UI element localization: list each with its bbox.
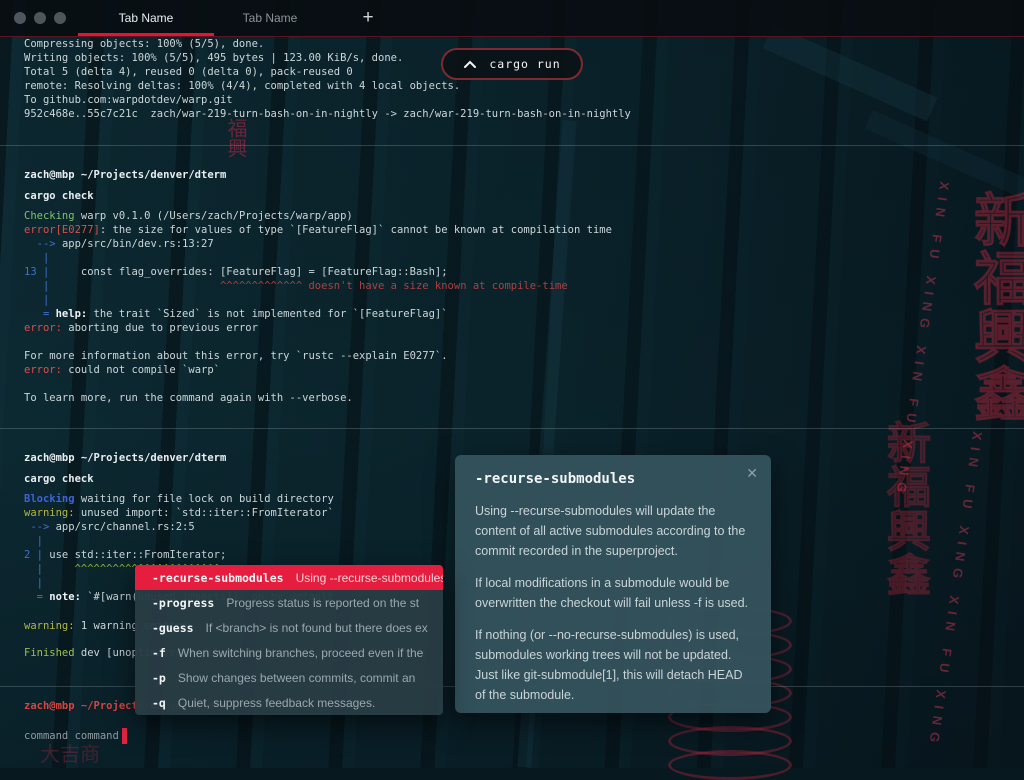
autocomplete-item[interactable]: -q Quiet, suppress feedback messages.	[135, 690, 443, 715]
backdrop-beam	[762, 25, 937, 122]
terminal-line: |	[24, 251, 612, 265]
active-tab-underline	[78, 33, 214, 36]
window-control-dot[interactable]	[14, 12, 26, 24]
block-divider	[0, 428, 1024, 429]
tab-label: Tab Name	[243, 11, 298, 25]
terminal-block-cargo-check-1: zach@mbp ~/Projects/denver/dterm cargo c…	[24, 168, 612, 405]
pill-label: cargo run	[489, 57, 560, 71]
autocomplete-item[interactable]: -p Show changes between commits, commit a…	[135, 665, 443, 690]
flag-label: -p	[152, 671, 166, 685]
flag-label: -f	[152, 646, 166, 660]
terminal-line: error: could not compile `warp`	[24, 363, 612, 377]
tab-inactive[interactable]: Tab Name	[216, 0, 324, 36]
command-input[interactable]: command command	[24, 728, 226, 742]
flag-label: -progress	[152, 596, 214, 610]
doc-panel-body: Using --recurse-submodules will update t…	[475, 501, 751, 705]
terminal-line: Checking warp v0.1.0 (/Users/zach/Projec…	[24, 209, 612, 223]
terminal-line: = help: the trait `Sized` is not impleme…	[24, 307, 612, 321]
shell-command[interactable]: cargo check	[24, 189, 612, 203]
terminal-line: To github.com:warpdotdev/warp.git	[24, 93, 631, 107]
neon-glyphs-small: 大吉商	[40, 738, 100, 767]
autocomplete-item[interactable]: -f When switching branches, proceed even …	[135, 640, 443, 665]
terminal-line	[24, 377, 612, 391]
terminal-line: For more information about this error, t…	[24, 349, 612, 363]
tab-bar: Tab Name Tab Name +	[0, 0, 1024, 37]
shell-prompt: zach@mbp ~/Projects/denver/dterm	[24, 451, 334, 465]
tab-label: Tab Name	[119, 11, 174, 25]
shell-prompt: zach@mbp ~/Projects/denver/dterm	[24, 168, 612, 182]
terminal-line: | ^^^^^^^^^^^^^ doesn't have a size know…	[24, 279, 612, 293]
close-icon[interactable]: ✕	[746, 465, 758, 482]
doc-panel-title: -recurse-submodules	[475, 471, 751, 487]
flag-description: Quiet, suppress feedback messages.	[178, 696, 375, 710]
terminal-line: warning: unused import: `std::iter::From…	[24, 506, 334, 520]
terminal-line: |	[24, 534, 334, 548]
window-controls[interactable]	[14, 12, 66, 24]
terminal-line: 13 | const flag_overrides: [FeatureFlag]…	[24, 265, 612, 279]
window-control-dot[interactable]	[34, 12, 46, 24]
doc-panel: ✕ -recurse-submodules Using --recurse-su…	[455, 455, 771, 713]
terminal-line	[24, 335, 612, 349]
doc-paragraph: Using --recurse-submodules will update t…	[475, 501, 751, 561]
tab-active[interactable]: Tab Name	[78, 0, 214, 36]
terminal-line: --> app/src/bin/dev.rs:13:27	[24, 237, 612, 251]
autocomplete-item[interactable]: -guess If <branch> is not found but there…	[135, 615, 443, 640]
flag-label: -guess	[152, 621, 194, 635]
terminal-line: error: aborting due to previous error	[24, 321, 612, 335]
flag-description: Using --recurse-submodules will update t…	[296, 571, 443, 585]
cargo-run-pill-button[interactable]: cargo run	[441, 48, 583, 80]
flag-description: If <branch> is not found but there does …	[206, 621, 428, 635]
text-cursor	[122, 728, 127, 744]
flag-description: Progress status is reported on the st	[226, 596, 419, 610]
block-divider	[0, 145, 1024, 146]
terminal-line: 2 | use std::iter::FromIterator;	[24, 548, 334, 562]
flag-description: When switching branches, proceed even if…	[178, 646, 423, 660]
terminal-line: Blocking waiting for file lock on build …	[24, 492, 334, 506]
terminal-line: 952c468e..55c7c21c zach/war-219-turn-bas…	[24, 107, 631, 121]
terminal-line: To learn more, run the command again wit…	[24, 391, 612, 405]
terminal-line: |	[24, 293, 612, 307]
shell-command[interactable]: cargo check	[24, 472, 334, 486]
flag-description: Show changes between commits, commit an	[178, 671, 415, 685]
doc-paragraph: If local modifications in a submodule wo…	[475, 573, 751, 613]
autocomplete-item[interactable]: -recurse-submodules Using --recurse-submo…	[135, 565, 443, 590]
doc-paragraph: If nothing (or --no-recurse-submodules) …	[475, 625, 751, 705]
flag-label: -recurse-submodules	[152, 571, 284, 585]
autocomplete-item[interactable]: -progress Progress status is reported on …	[135, 590, 443, 615]
neon-glyphs: 新福興鑫	[966, 190, 1024, 422]
terminal-line: --> app/src/channel.rs:2:5	[24, 520, 334, 534]
terminal-line: error[E0277]: the size for values of typ…	[24, 223, 612, 237]
window-control-dot[interactable]	[54, 12, 66, 24]
new-tab-button[interactable]: +	[352, 0, 384, 36]
neon-glyphs-small: 福興	[222, 118, 251, 158]
autocomplete-dropdown: -recurse-submodules Using --recurse-submo…	[135, 565, 443, 715]
flag-label: -q	[152, 696, 166, 710]
terminal-line: remote: Resolving deltas: 100% (4/4), co…	[24, 79, 631, 93]
chevron-up-icon	[463, 60, 477, 68]
neon-glyphs: 新福興鑫	[872, 420, 936, 596]
